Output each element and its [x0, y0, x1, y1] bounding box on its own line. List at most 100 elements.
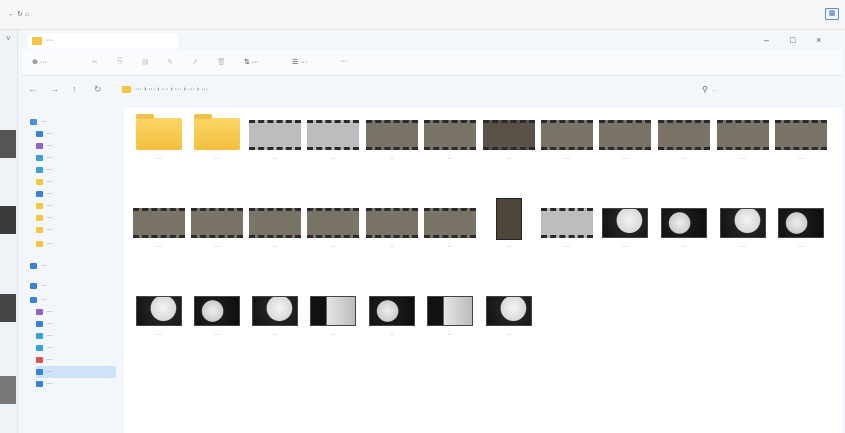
sidebar-item[interactable]: ··· [36, 188, 53, 200]
file-name: ··· [506, 156, 512, 161]
file-item[interactable]: ··· [188, 200, 246, 280]
folder-icon [36, 308, 43, 315]
file-item[interactable]: ··· [480, 198, 538, 280]
paste-icon[interactable]: ▤ [142, 58, 149, 66]
file-item[interactable]: ··· [363, 288, 421, 368]
file-item[interactable]: ··· [772, 200, 830, 280]
sidebar-item-label: ··· [47, 143, 53, 149]
file-item[interactable]: ··· [130, 200, 188, 280]
sidebar-item-label: ··· [41, 283, 47, 289]
file-item[interactable]: ··· [714, 112, 772, 192]
refresh-button[interactable]: ↻ [94, 84, 102, 95]
file-name: ··· [330, 156, 336, 161]
rename-icon[interactable]: ✎ [167, 58, 173, 66]
share-icon[interactable]: ↗ [192, 58, 198, 66]
sidebar-item[interactable]: ··· [36, 238, 53, 250]
image-thumbnail [427, 296, 473, 326]
sidebar-item[interactable]: ··· [36, 164, 53, 176]
file-item[interactable]: ··· [655, 200, 713, 280]
video-thumbnail [483, 120, 535, 150]
preview-thumbnail [0, 206, 16, 234]
sidebar-item[interactable]: ··· [36, 366, 116, 378]
file-item[interactable]: ··· [655, 112, 713, 192]
file-name: ··· [798, 156, 804, 161]
sidebar-item[interactable]: ··· [36, 212, 53, 224]
file-name: ··· [272, 156, 278, 161]
folder-icon [36, 368, 43, 375]
folder-icon [36, 154, 43, 161]
sidebar-item-label: ··· [41, 119, 47, 125]
file-item[interactable]: ··· [772, 112, 830, 192]
file-name: ··· [389, 244, 395, 249]
file-item[interactable]: ··· [596, 112, 654, 192]
folder-icon [30, 282, 37, 289]
cut-icon[interactable]: ✂ [92, 58, 98, 66]
file-item[interactable]: ··· [363, 200, 421, 280]
file-item[interactable]: ··· [421, 200, 479, 280]
forward-button[interactable]: → [50, 84, 59, 94]
sidebar-item-label: ··· [47, 203, 53, 209]
grid-icon[interactable]: ▦ [825, 8, 839, 20]
sidebar-item[interactable]: ··· [36, 306, 53, 318]
file-item[interactable]: ··· [246, 112, 304, 192]
file-item[interactable]: ··· [130, 288, 188, 368]
file-item[interactable]: ··· [480, 112, 538, 192]
file-item[interactable]: ··· [304, 200, 362, 280]
folder-item[interactable]: ··· [188, 112, 246, 192]
file-item[interactable]: ··· [480, 288, 538, 368]
file-item[interactable]: ··· [538, 112, 596, 192]
delete-icon[interactable]: 🗑 [217, 58, 226, 66]
maximize-button[interactable]: □ [790, 35, 795, 45]
sidebar-item[interactable]: ··· [36, 342, 53, 354]
video-thumbnail [366, 208, 418, 238]
sidebar-item[interactable]: ··· [30, 116, 47, 128]
video-thumbnail [424, 120, 476, 150]
chevron-down-icon[interactable]: ˅ [6, 34, 11, 43]
file-item[interactable]: ··· [596, 200, 654, 280]
sidebar-item[interactable]: ··· [30, 280, 47, 292]
sidebar-item[interactable]: ··· [36, 200, 53, 212]
sidebar-item[interactable]: ··· [36, 224, 53, 236]
file-item[interactable]: ··· [363, 112, 421, 192]
sidebar-item[interactable]: ··· [36, 176, 53, 188]
search-input[interactable]: ⚲ ··· [702, 82, 832, 98]
tab-current-folder[interactable]: ··· [28, 33, 178, 49]
sidebar-item[interactable]: ··· [36, 152, 53, 164]
sidebar-item[interactable]: ··· [36, 354, 53, 366]
file-item[interactable]: ··· [246, 200, 304, 280]
file-item[interactable]: ··· [246, 288, 304, 368]
minimize-button[interactable]: – [764, 35, 769, 45]
sidebar-item[interactable]: ··· [36, 318, 53, 330]
file-item[interactable]: ··· [188, 288, 246, 368]
folder-icon [32, 37, 42, 45]
file-item[interactable]: ··· [714, 200, 772, 280]
file-name: ··· [447, 244, 453, 249]
new-button[interactable]: ⊕ ··· [32, 58, 47, 66]
sidebar-item-label: ··· [47, 215, 53, 221]
folder-icon [36, 226, 43, 233]
view-button[interactable]: ☰ ··· [292, 58, 307, 66]
file-item[interactable]: ··· [304, 288, 362, 368]
sidebar-item[interactable]: ··· [36, 128, 53, 140]
breadcrumb[interactable]: ··· › ··· › ··· › ··· › ··· › ··· [122, 82, 682, 98]
sidebar-item[interactable]: ··· [30, 294, 47, 306]
sort-button[interactable]: ⇅ ··· [244, 58, 259, 66]
file-item[interactable]: ··· [538, 200, 596, 280]
sidebar-item[interactable]: ··· [36, 378, 53, 390]
copy-icon[interactable]: ⎘ [117, 58, 123, 66]
navigation-bar: ← → ↑ ↻ ··· › ··· › ··· › ··· › ··· › ··… [22, 78, 842, 102]
close-button[interactable]: × [816, 35, 821, 45]
file-item[interactable]: ··· [421, 112, 479, 192]
sidebar-item[interactable]: ··· [36, 140, 53, 152]
sidebar-item[interactable]: ··· [36, 330, 53, 342]
sidebar-item-label: ··· [47, 309, 53, 315]
file-item[interactable]: ··· [304, 112, 362, 192]
file-item[interactable]: ··· [421, 288, 479, 368]
more-options-button[interactable]: ··· [340, 58, 347, 65]
video-thumbnail [424, 208, 476, 238]
sidebar-item[interactable]: ··· [30, 260, 47, 272]
back-button[interactable]: ← [28, 84, 37, 94]
address-bar[interactable]: ← ↻ ⌂ [4, 8, 824, 22]
up-button[interactable]: ↑ [72, 84, 77, 94]
folder-item[interactable]: ··· [130, 112, 188, 192]
